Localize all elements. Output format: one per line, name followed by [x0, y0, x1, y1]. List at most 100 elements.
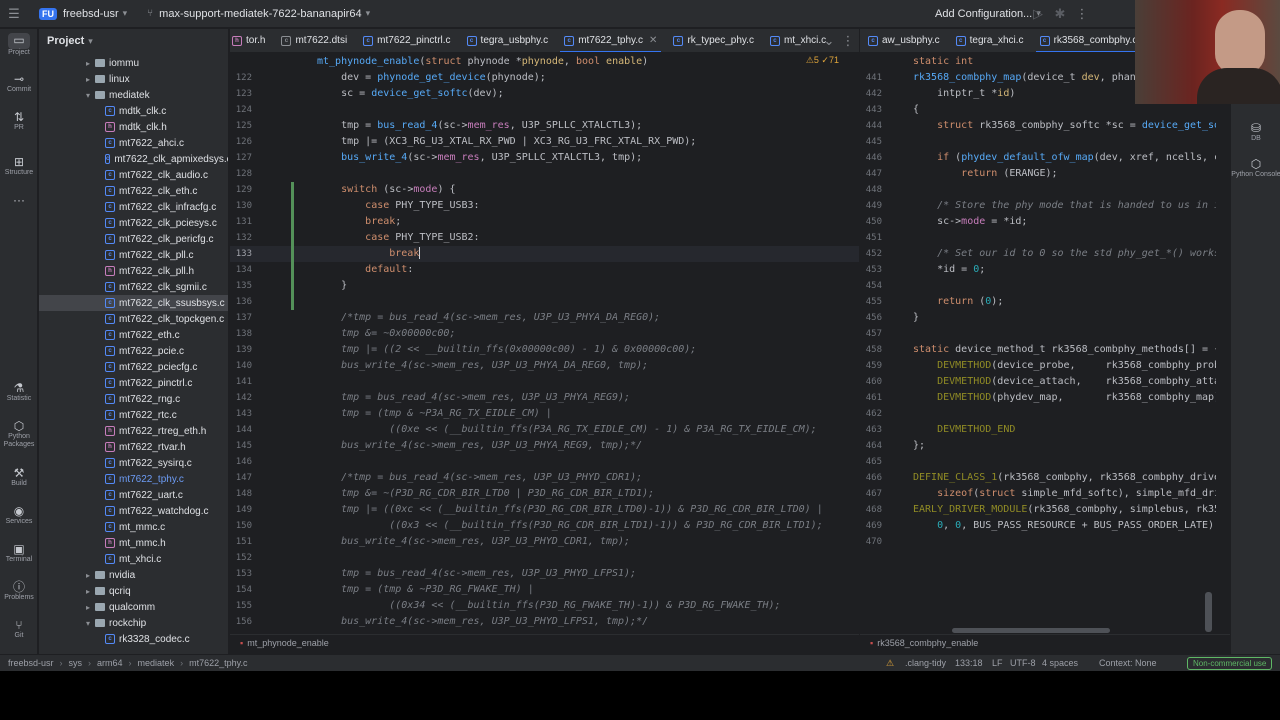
right-editor-scrollbar[interactable]: [1205, 592, 1212, 632]
clang-tidy-status[interactable]: .clang-tidy: [905, 658, 946, 668]
inspection-widget[interactable]: ⚠5 ✓71: [806, 55, 839, 66]
toolwindow-build[interactable]: ⚒ Build: [0, 466, 38, 488]
tree-file[interactable]: h mt7622_rtvar.h: [39, 439, 228, 455]
run-config-widget[interactable]: Add Configuration... ▾: [935, 0, 1041, 28]
tree-file[interactable]: c mt7622_clk_eth.c: [39, 183, 228, 199]
tree-file[interactable]: c mt7622_watchdog.c: [39, 503, 228, 519]
toolwindow-services[interactable]: ◉ Services: [0, 504, 38, 526]
chevron-right-icon[interactable]: ▸: [83, 59, 93, 68]
path-segment[interactable]: sys: [69, 658, 83, 668]
toolwindow-statistic[interactable]: ⚗ Statistic: [0, 381, 38, 403]
license-badge[interactable]: Non-commercial use: [1187, 656, 1273, 670]
toolwindow-commit[interactable]: ⊸ Commit: [0, 72, 38, 94]
code-line: tmp &= ~(P3D_RG_CDR_BIR_LTD0 | P3D_RG_CD…: [317, 486, 654, 502]
status-path[interactable]: freebsd-usr › sys › arm64 › mediatek › mt7622_tp…: [8, 658, 247, 668]
path-segment[interactable]: mediatek: [138, 658, 175, 668]
editor-tab[interactable]: c aw_usbphy.c: [860, 29, 948, 52]
toolwindow-more[interactable]: ···: [0, 193, 38, 207]
tree-file[interactable]: c mt7622_clk_infracfg.c: [39, 199, 228, 215]
toolwindow-structure[interactable]: ⊞ Structure: [0, 155, 38, 177]
tree-file[interactable]: h mt7622_rtreg_eth.h: [39, 423, 228, 439]
line-separator[interactable]: LF: [992, 658, 1003, 668]
vcs-branch-widget[interactable]: ⑂ max-support-mediatek-7622-bananapir64 …: [147, 0, 370, 28]
tree-file[interactable]: c mt_xhci.c: [39, 551, 228, 567]
tree-file[interactable]: c mt7622_clk_audio.c: [39, 167, 228, 183]
toolwindow-python-console[interactable]: ⬡ Python Console: [1231, 157, 1280, 179]
tree-item-label: qcriq: [109, 585, 131, 597]
editor-tab[interactable]: c mt7622.dtsi: [273, 29, 355, 52]
chevron-right-icon[interactable]: ▸: [83, 587, 93, 596]
run-icon[interactable]: ▷: [1027, 3, 1049, 25]
more-actions-icon[interactable]: ⋮: [1071, 3, 1093, 25]
tree-file[interactable]: c mt7622_sysirq.c: [39, 455, 228, 471]
right-breadcrumb[interactable]: ▪ rk3568_combphy_enable: [860, 634, 1230, 651]
tree-file[interactable]: c mt7622_clk_pericfg.c: [39, 231, 228, 247]
tree-folder[interactable]: ▸ nvidia: [39, 567, 228, 583]
editor-tab[interactable]: c mt7622_pinctrl.c: [355, 29, 458, 52]
editor-tab[interactable]: c tegra_usbphy.c: [459, 29, 557, 52]
path-segment[interactable]: freebsd-usr: [8, 658, 54, 668]
tree-file[interactable]: c mt7622_rng.c: [39, 391, 228, 407]
tree-file[interactable]: c mt7622_eth.c: [39, 327, 228, 343]
tree-file[interactable]: c rk3328_codec.c: [39, 631, 228, 647]
tree-file[interactable]: c mdtk_clk.c: [39, 103, 228, 119]
tree-file[interactable]: c mt7622_tphy.c: [39, 471, 228, 487]
toolwindow-problems[interactable]: ⓘ Problems: [0, 580, 38, 602]
tree-folder[interactable]: ▸ iommu: [39, 55, 228, 71]
tree-file[interactable]: c mt7622_clk_topckgen.c: [39, 311, 228, 327]
tree-file[interactable]: c mt7622_ahci.c: [39, 135, 228, 151]
toolwindow-terminal[interactable]: ▣ Terminal: [0, 542, 38, 564]
tree-file[interactable]: h mt7622_clk_pll.h: [39, 263, 228, 279]
tree-folder[interactable]: ▸ qualcomm: [39, 599, 228, 615]
editor-tab[interactable]: h tor.h: [230, 29, 273, 52]
project-widget[interactable]: FU freebsd-usr ▾: [39, 0, 127, 28]
tree-folder[interactable]: ▾ rockchip: [39, 615, 228, 631]
editor-tab[interactable]: c rk_typec_phy.c: [665, 29, 762, 52]
tree-file[interactable]: h mt_mmc.h: [39, 535, 228, 551]
tree-folder[interactable]: ▸ linux: [39, 71, 228, 87]
context-indicator[interactable]: Context: None: [1099, 658, 1157, 668]
chevron-down-icon[interactable]: ▾: [83, 91, 93, 100]
warning-icon[interactable]: ⚠: [886, 658, 894, 669]
editor-tab[interactable]: c mt7622_tphy.c ✕: [556, 29, 665, 52]
left-code-editor[interactable]: mt_phynode_enable(struct phynode *phynod…: [230, 53, 859, 633]
python-console-icon: ⬡: [1250, 157, 1262, 171]
tree-file[interactable]: c mt7622_pinctrl.c: [39, 375, 228, 391]
chevron-down-icon[interactable]: ▾: [88, 36, 93, 47]
cursor-position[interactable]: 133:18: [955, 658, 983, 668]
horizontal-scrollbar[interactable]: [952, 628, 1110, 633]
path-segment[interactable]: arm64: [97, 658, 123, 668]
chevron-right-icon[interactable]: ▸: [83, 603, 93, 612]
tree-file[interactable]: c mt7622_rtc.c: [39, 407, 228, 423]
tree-folder[interactable]: ▾ mediatek: [39, 87, 228, 103]
tree-file[interactable]: c mt7622_clk_apmixedsys.c: [39, 151, 228, 167]
toolwindow-database[interactable]: ⛁ DB: [1231, 121, 1280, 143]
right-code-editor[interactable]: static int 441 rk3568_combphy_map(device_t…: [860, 53, 1216, 633]
toolwindow-python-packages[interactable]: ⬡ Python Packages: [0, 419, 38, 449]
chevron-right-icon[interactable]: ▸: [83, 571, 93, 580]
tree-file[interactable]: c mt7622_clk_pll.c: [39, 247, 228, 263]
file-encoding[interactable]: UTF-8: [1010, 658, 1036, 668]
tree-file[interactable]: h mdtk_clk.h: [39, 119, 228, 135]
tree-file[interactable]: c mt7622_uart.c: [39, 487, 228, 503]
tree-folder[interactable]: ▸ qcriq: [39, 583, 228, 599]
chevron-down-icon[interactable]: ▾: [83, 619, 93, 628]
tree-file[interactable]: c mt7622_clk_ssusbsys.c: [39, 295, 228, 311]
editor-tab[interactable]: c tegra_xhci.c: [948, 29, 1032, 52]
close-icon[interactable]: ✕: [649, 35, 657, 46]
left-breadcrumb[interactable]: ▪ mt_phynode_enable: [230, 634, 859, 651]
more-actions-icon[interactable]: ⋮: [837, 30, 859, 52]
tree-file[interactable]: c mt7622_clk_pciesys.c: [39, 215, 228, 231]
tree-file[interactable]: c mt7622_pciecfg.c: [39, 359, 228, 375]
chevron-right-icon[interactable]: ▸: [83, 75, 93, 84]
debug-icon[interactable]: ✱: [1049, 3, 1071, 25]
tree-file[interactable]: c mt_mmc.c: [39, 519, 228, 535]
main-menu-icon[interactable]: ☰: [3, 3, 25, 25]
toolwindow-pr[interactable]: ⇅ PR: [0, 110, 38, 132]
indent-setting[interactable]: 4 spaces: [1042, 658, 1078, 668]
tree-file[interactable]: c mt7622_pcie.c: [39, 343, 228, 359]
toolwindow-git[interactable]: ⑂ Git: [0, 618, 38, 640]
path-segment[interactable]: mt7622_tphy.c: [189, 658, 247, 668]
toolwindow-project[interactable]: ▭ Project: [0, 33, 38, 57]
tree-file[interactable]: c mt7622_clk_sgmii.c: [39, 279, 228, 295]
